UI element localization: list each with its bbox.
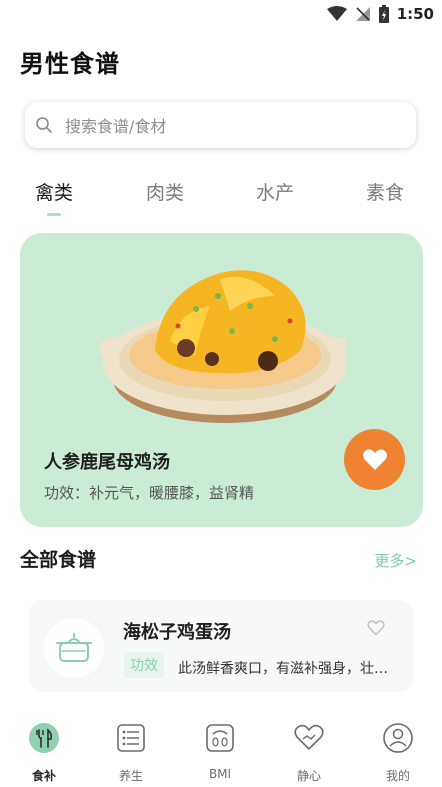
effect-text: 补元气，暖腰膝，益肾精 xyxy=(89,484,255,502)
scale-icon xyxy=(206,724,234,752)
tab-vegetarian[interactable]: 素食 xyxy=(366,178,404,205)
nav-item-food[interactable]: 食补 xyxy=(14,722,74,784)
tab-poultry[interactable]: 禽类 xyxy=(35,178,73,205)
nav-label-bmi: BMI xyxy=(208,767,232,781)
wifi-icon xyxy=(326,6,347,21)
list-item[interactable]: 海松子鸡蛋汤 功效 此汤鲜香爽口，有滋补强身，壮阳... xyxy=(29,600,413,692)
nav-item-profile[interactable]: 我的 xyxy=(368,722,428,784)
search-input[interactable]: 搜索食谱/食材 xyxy=(25,102,416,148)
recipe-description: 此汤鲜香爽口，有滋补强身，壮阳... xyxy=(178,661,400,677)
nav-item-health[interactable]: 养生 xyxy=(101,722,161,784)
list-icon xyxy=(117,724,145,752)
effect-label: 功效： xyxy=(44,484,90,502)
profile-icon xyxy=(383,723,413,753)
status-bar: 1:50 xyxy=(0,0,442,32)
page-title: 男性食谱 xyxy=(20,50,120,78)
category-tabs: 禽类 肉类 水产 素食 xyxy=(0,178,442,218)
section-title: 全部食谱 xyxy=(20,549,97,571)
heart-outline-icon[interactable] xyxy=(367,620,385,636)
battery-charging-icon xyxy=(378,5,389,23)
recipe-thumbnail xyxy=(44,618,104,678)
chicken-soup-image xyxy=(100,270,346,423)
nav-label-health: 养生 xyxy=(118,769,143,783)
featured-recipe-title: 人参鹿尾母鸡汤 xyxy=(44,452,170,473)
tab-active-indicator xyxy=(47,213,61,216)
pot-icon xyxy=(56,633,92,662)
status-icons: 1:50 xyxy=(326,5,434,23)
more-link[interactable]: 更多> xyxy=(374,550,417,571)
no-signal-icon xyxy=(355,7,370,21)
recipe-tag: 功效 xyxy=(124,652,164,678)
heart-icon xyxy=(362,448,387,470)
nav-label-profile: 我的 xyxy=(385,769,410,783)
search-icon xyxy=(36,117,52,133)
nav-item-calm[interactable]: 静心 xyxy=(279,722,339,784)
food-icon xyxy=(29,723,59,753)
tab-meat[interactable]: 肉类 xyxy=(146,178,184,205)
bottom-nav: 食补 养生 BMI 静心 我的 xyxy=(0,712,442,787)
status-time: 1:50 xyxy=(396,5,434,23)
recipe-name: 海松子鸡蛋汤 xyxy=(123,622,231,643)
nav-label-calm: 静心 xyxy=(296,769,321,783)
featured-recipe-effect: 功效： 补元气，暖腰膝，益肾精 xyxy=(44,482,254,503)
featured-recipe-card[interactable]: 人参鹿尾母鸡汤 功效： 补元气，暖腰膝，益肾精 xyxy=(20,233,423,527)
nav-label-food: 食补 xyxy=(31,769,56,783)
favorite-button[interactable] xyxy=(344,429,405,490)
search-placeholder: 搜索食谱/食材 xyxy=(65,117,167,136)
heart-hand-icon xyxy=(294,724,324,751)
tab-seafood[interactable]: 水产 xyxy=(256,178,294,205)
nav-item-bmi[interactable]: BMI xyxy=(190,722,250,781)
